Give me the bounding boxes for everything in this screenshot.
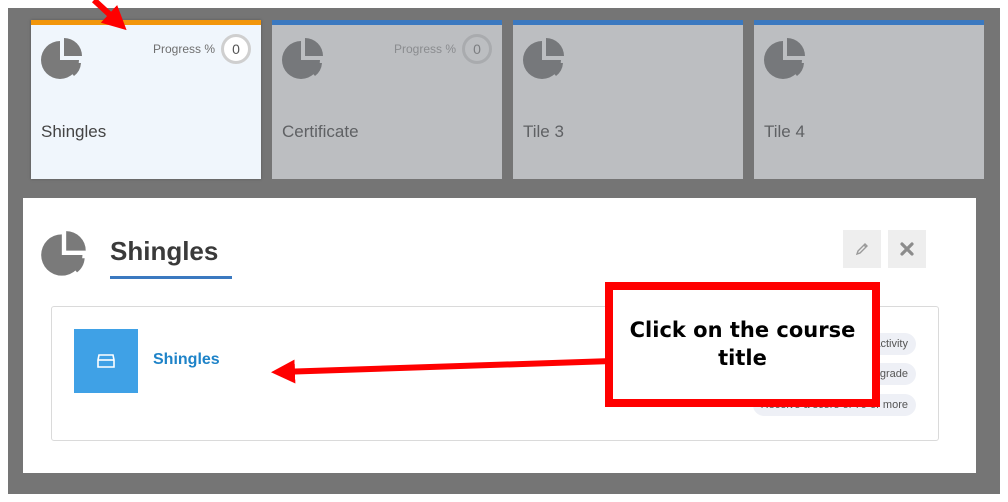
pie-chart-icon [41, 231, 86, 276]
title-underline [110, 276, 232, 279]
tile-shingles[interactable]: Progress % 0 Shingles [31, 20, 261, 179]
pie-chart-icon [523, 38, 564, 79]
tile-title: Shingles [41, 122, 107, 141]
course-title-link[interactable]: Shingles [153, 351, 220, 369]
pencil-icon [855, 243, 868, 256]
annotation-callout: Click on the course title [605, 282, 880, 407]
pie-chart-icon [282, 38, 323, 79]
pie-chart-icon [41, 38, 82, 79]
tile-title: Tile 3 [523, 122, 564, 141]
tile-title: Tile 4 [764, 122, 805, 141]
panel-title: Shingles [110, 236, 219, 266]
progress-label: Progress % [152, 42, 215, 56]
box-icon [97, 354, 115, 368]
tile-4[interactable]: Tile 4 [754, 20, 984, 179]
course-icon-tile[interactable] [74, 329, 138, 393]
close-button[interactable] [888, 230, 926, 268]
tile-title: Certificate [282, 122, 359, 141]
progress-value: 0 [221, 34, 251, 64]
pie-chart-icon [764, 38, 805, 79]
progress-value: 0 [462, 34, 492, 64]
edit-button[interactable] [843, 230, 881, 268]
tile-3[interactable]: Tile 3 [513, 20, 743, 179]
close-icon [900, 242, 914, 256]
progress-label: Progress % [393, 42, 456, 56]
tile-certificate[interactable]: Progress % 0 Certificate [272, 20, 502, 179]
progress-indicator: Progress % 0 [153, 34, 251, 64]
progress-indicator: Progress % 0 [394, 34, 492, 64]
